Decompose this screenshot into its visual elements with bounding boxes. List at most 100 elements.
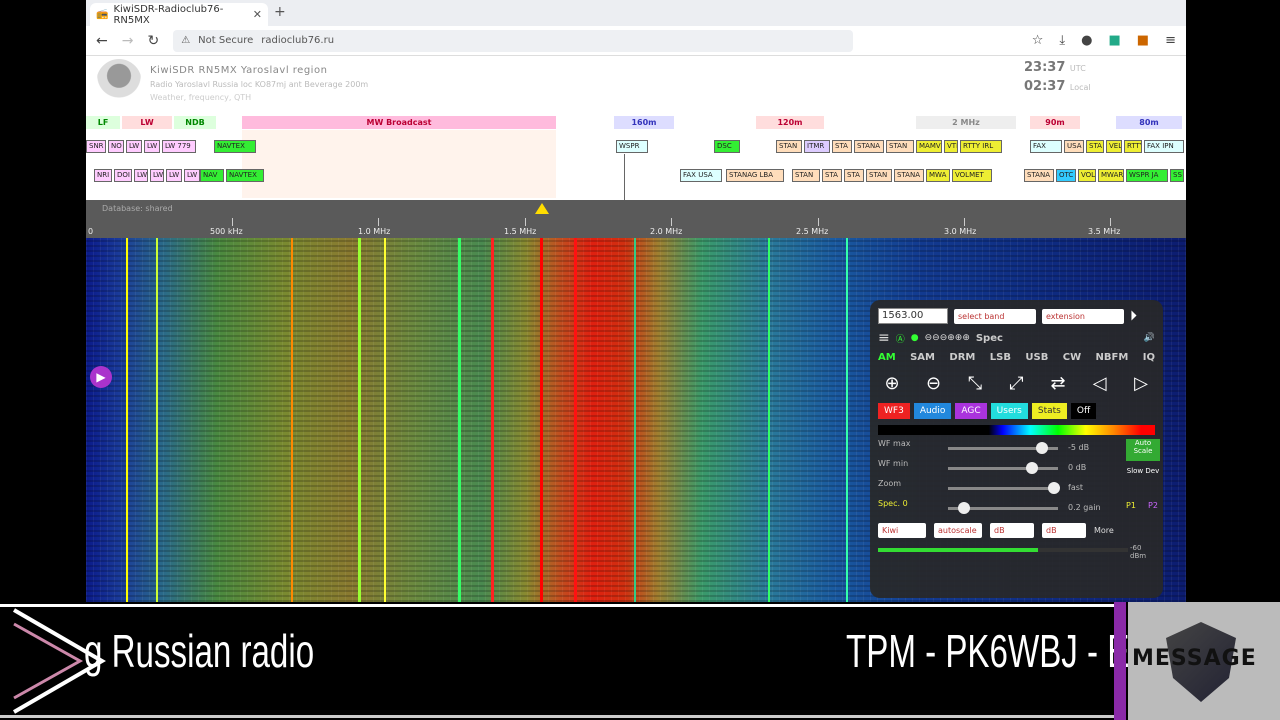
station-label[interactable]: NAV <box>200 169 224 182</box>
station-label[interactable]: LW <box>150 169 164 182</box>
band-80m[interactable]: 80m <box>1116 116 1182 129</box>
mode-am[interactable]: AM <box>878 352 896 363</box>
band-120m[interactable]: 120m <box>756 116 824 129</box>
off-button[interactable]: Off <box>1070 403 1097 419</box>
mode-lsb[interactable]: LSB <box>990 352 1011 363</box>
wf-min-slider[interactable]: WF min 0 dB <box>878 459 1155 479</box>
station-label[interactable]: MAMV <box>916 140 942 153</box>
browser-tab[interactable]: 📻 KiwiSDR-Radioclub76-RN5MX ✕ <box>90 3 268 26</box>
station-label[interactable]: FAX USA <box>680 169 722 182</box>
band-lw[interactable]: LW <box>122 116 172 129</box>
station-label[interactable]: STAN <box>776 140 802 153</box>
station-label[interactable]: SS <box>1170 169 1184 182</box>
station-label[interactable]: NRI <box>94 169 112 182</box>
station-label[interactable]: FAX IPN <box>1144 140 1184 153</box>
addon-icon[interactable]: ■ <box>1109 33 1121 48</box>
band-lf[interactable]: LF <box>86 116 120 129</box>
station-label[interactable]: DOI <box>114 169 132 182</box>
station-label[interactable]: LW <box>134 169 148 182</box>
back-icon[interactable]: ← <box>96 33 108 49</box>
address-bar[interactable]: ⚠ Not Secure radioclub76.ru <box>173 29 854 52</box>
zoom-speed-slider[interactable]: Zoom fast <box>878 479 1155 499</box>
band-mw[interactable]: MW Broadcast <box>242 116 556 129</box>
zoom-out-icon[interactable]: ⊖ <box>920 369 948 397</box>
frequency-input[interactable]: 1563.00 <box>878 308 948 324</box>
station-label[interactable]: VOL <box>1078 169 1096 182</box>
auto-scale-button[interactable]: Auto Scale <box>1126 439 1160 461</box>
band-select[interactable]: select band <box>954 308 1036 324</box>
station-label[interactable]: STANA <box>1024 169 1054 182</box>
station-label[interactable]: USA <box>1064 140 1084 153</box>
extension-select[interactable]: extension <box>1042 308 1124 324</box>
station-label[interactable]: STAN <box>886 140 914 153</box>
station-label[interactable]: LW <box>126 140 142 153</box>
station-label[interactable]: OTC <box>1056 169 1076 182</box>
station-label[interactable]: VEL <box>1106 140 1122 153</box>
spec-gain-slider[interactable]: Spec. 0 0.2 gain <box>878 499 1155 519</box>
station-label[interactable]: RTTY <box>1124 140 1142 153</box>
station-label[interactable]: RTTY IRL <box>960 140 1002 153</box>
tab-close-icon[interactable]: ✕ <box>253 8 262 21</box>
step-buttons-icon[interactable]: ⊖⊖⊖⊕⊕⊕ <box>925 333 970 343</box>
mode-cw[interactable]: CW <box>1063 352 1081 363</box>
mode-drm[interactable]: DRM <box>949 352 975 363</box>
mode-nbfm[interactable]: NBFM <box>1096 352 1129 363</box>
station-label[interactable]: STANA <box>854 140 884 153</box>
station-label[interactable]: FAX <box>1030 140 1062 153</box>
zoom-fit-icon[interactable]: ⤡ <box>961 369 989 397</box>
station-label[interactable]: LW <box>166 169 182 182</box>
station-label[interactable]: VTI <box>944 140 958 153</box>
band-90m[interactable]: 90m <box>1030 116 1080 129</box>
station-label[interactable]: ITMR <box>804 140 830 153</box>
unit-select[interactable]: dB <box>990 523 1034 538</box>
agc-button[interactable]: AGC <box>955 403 987 419</box>
station-label[interactable]: STAN <box>792 169 820 182</box>
zoom-max-icon[interactable]: ⤢ <box>1003 369 1031 397</box>
station-label[interactable]: VOLMET <box>952 169 992 182</box>
audio-button[interactable]: Audio <box>913 403 952 419</box>
station-label[interactable]: NO <box>108 140 124 153</box>
station-label[interactable]: STANA <box>894 169 924 182</box>
station-label[interactable]: NAVTEX <box>214 140 256 153</box>
wf-max-slider[interactable]: WF max -5 dB <box>878 439 1155 459</box>
station-label[interactable]: LW <box>144 140 160 153</box>
station-label[interactable]: STANAG LBA <box>726 169 784 182</box>
station-label[interactable]: SNR <box>86 140 106 153</box>
station-label[interactable]: WSPR JA <box>1126 169 1168 182</box>
addon2-icon[interactable]: ■ <box>1137 33 1149 48</box>
station-label[interactable]: LW 779 <box>162 140 196 153</box>
station-label[interactable]: DSC <box>714 140 740 153</box>
play-icon[interactable]: ⏵ <box>1130 308 1137 324</box>
station-label[interactable]: NAVTEX <box>226 169 264 182</box>
mode-iq[interactable]: IQ <box>1143 352 1155 363</box>
band-160m[interactable]: 160m <box>614 116 674 129</box>
station-label[interactable]: WSPR <box>616 140 648 153</box>
slow-dev-button[interactable]: Slow Dev <box>1126 467 1160 489</box>
page-left-icon[interactable]: ◁ <box>1086 369 1114 397</box>
p2-button[interactable]: P2 <box>1148 501 1158 510</box>
mode-sam[interactable]: SAM <box>910 352 935 363</box>
frequency-scale[interactable]: Database: shared 0 500 kHz 1.0 MHz 1.5 M… <box>86 200 1186 238</box>
band-2mhz[interactable]: 2 MHz <box>916 116 1016 129</box>
receiver-links[interactable]: Weather, frequency, QTH <box>150 93 251 102</box>
station-label[interactable]: MWA <box>926 169 950 182</box>
band-ndb[interactable]: NDB <box>174 116 216 129</box>
station-label[interactable]: MWAR <box>1098 169 1124 182</box>
page-right-icon[interactable]: ▷ <box>1127 369 1155 397</box>
station-label[interactable]: LW <box>184 169 200 182</box>
waterfall[interactable]: ▶ 1563.00 select band extension ⏵ ≡ Ⓐ ● … <box>86 238 1186 602</box>
zoom-in-icon[interactable]: ⊕ <box>878 369 906 397</box>
stats-button[interactable]: Stats <box>1031 403 1067 419</box>
spec-button[interactable]: Spec <box>976 333 1003 344</box>
station-label[interactable]: STA <box>844 169 864 182</box>
more-button[interactable]: More <box>1094 526 1114 535</box>
station-label[interactable]: STAN <box>866 169 892 182</box>
p1-button[interactable]: P1 <box>1126 501 1136 510</box>
source-select[interactable]: Kiwi <box>878 523 926 538</box>
new-tab-button[interactable]: + <box>274 4 286 20</box>
vfo-b-icon[interactable]: ● <box>911 333 919 343</box>
unit2-select[interactable]: dB <box>1042 523 1086 538</box>
swap-icon[interactable]: ⇄ <box>1044 369 1072 397</box>
scale-select[interactable]: autoscale <box>934 523 982 538</box>
speaker-icon[interactable]: 🔊 <box>1144 333 1155 343</box>
